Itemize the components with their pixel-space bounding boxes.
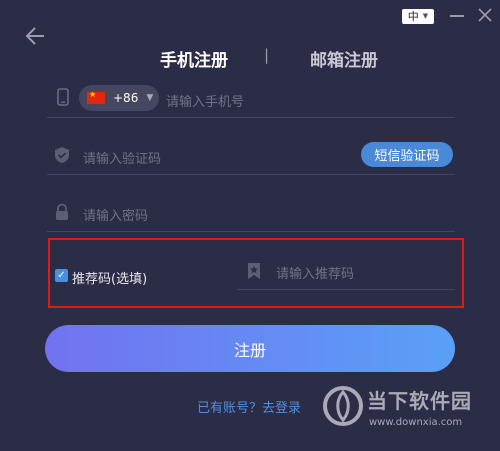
lock-icon: [56, 203, 68, 220]
tab-email-register[interactable]: 邮箱注册: [310, 46, 378, 71]
referral-code-input[interactable]: 请输入推荐码: [276, 263, 354, 282]
shield-check-icon: [55, 147, 69, 163]
tab-phone-register[interactable]: 手机注册: [160, 46, 228, 71]
go-to-login-link[interactable]: 已有账号？去登录: [197, 397, 301, 416]
register-button[interactable]: 注册: [45, 325, 455, 372]
divider: [47, 231, 455, 232]
referral-checkbox-label[interactable]: 推荐码(选填): [72, 268, 147, 287]
minimize-icon[interactable]: [450, 15, 464, 17]
country-code-selector[interactable]: +86 ▼: [79, 85, 159, 111]
divider: [47, 174, 455, 175]
phone-icon: [57, 88, 69, 106]
caret-down-icon: ▼: [422, 12, 429, 20]
language-selector[interactable]: 中 ▼: [402, 9, 434, 24]
watermark-title: 当下软件园: [367, 389, 472, 413]
verification-code-input[interactable]: 请输入验证码: [83, 148, 161, 167]
divider: [47, 117, 455, 118]
divider: [237, 289, 455, 290]
bookmark-star-icon: [248, 263, 260, 279]
password-input[interactable]: 请输入密码: [83, 205, 148, 224]
language-label: 中: [407, 10, 419, 23]
referral-checkbox[interactable]: ✓: [55, 269, 68, 282]
close-icon[interactable]: [478, 8, 492, 22]
watermark-logo-icon: [323, 386, 363, 426]
country-code: +86: [113, 91, 139, 105]
caret-down-icon: ▼: [146, 93, 154, 103]
tab-separator: |: [264, 46, 270, 64]
arrow-left-icon[interactable]: [24, 24, 48, 48]
phone-input[interactable]: 请输入手机号: [166, 91, 244, 110]
send-sms-code-button[interactable]: 短信验证码: [361, 142, 453, 167]
china-flag-icon: [87, 90, 105, 104]
watermark-url: www.downxia.com: [369, 417, 463, 428]
